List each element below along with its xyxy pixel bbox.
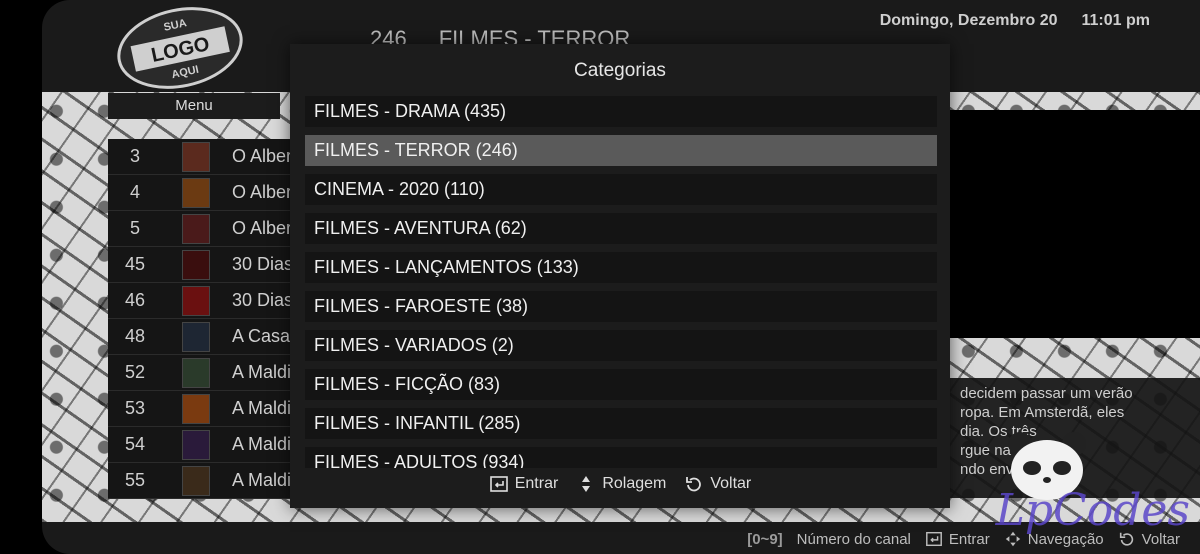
category-item[interactable]: CINEMA - 2020 (110) [305, 174, 937, 205]
channel-number: 4 [129, 182, 140, 202]
channel-number: 55 [124, 470, 146, 490]
channel-number: 45 [124, 254, 146, 274]
enter-hint: Entrar [925, 530, 990, 548]
back-icon [686, 477, 702, 492]
channel-thumbnail [182, 177, 210, 208]
channel-number: 46 [124, 290, 146, 310]
categories-dialog: Categorias FILMES - DRAMA (435) FILMES - … [290, 44, 950, 508]
channel-thumbnail [182, 321, 210, 352]
channel-number: 3 [129, 146, 140, 166]
up-down-arrows-icon [582, 476, 591, 492]
channel-number-hint: Número do canal [796, 530, 911, 548]
channel-number: 54 [124, 434, 146, 454]
dialog-scroll-hint: Rolagem [576, 474, 666, 494]
dialog-back-hint: Voltar [684, 474, 751, 494]
channel-thumbnail [182, 429, 210, 460]
channel-thumbnail [182, 465, 210, 496]
number-key-hint: [0~9] [747, 530, 783, 548]
dialog-footer: Entrar Rolagem Voltar [290, 474, 950, 494]
menu-tab[interactable]: Menu [108, 93, 280, 119]
channel-thumbnail [182, 285, 210, 316]
channel-number: 53 [124, 398, 146, 418]
channel-number: 5 [129, 218, 140, 238]
dialog-enter-hint: Entrar [489, 474, 558, 494]
category-item[interactable]: FILMES - DRAMA (435) [305, 96, 937, 127]
category-item[interactable]: FILMES - VARIADOS (2) [305, 330, 937, 361]
description-line: ropa. Em Amsterdã, eles [960, 404, 1125, 421]
enter-icon [925, 531, 942, 547]
watermark-text: LpCodes [995, 485, 1190, 536]
category-item[interactable]: FILMES - AVENTURA (62) [305, 213, 937, 244]
description-line: decidem passar um verão [960, 385, 1133, 402]
category-item[interactable]: FILMES - INFANTIL (285) [305, 408, 937, 439]
category-item[interactable]: FILMES - FICÇÃO (83) [305, 369, 937, 400]
channel-thumbnail [182, 249, 210, 280]
status-bar: Domingo, Dezembro 20 11:01 pm [880, 12, 1150, 30]
category-item[interactable]: FILMES - ADULTOS (934) [305, 447, 937, 468]
channel-thumbnail [182, 141, 210, 172]
time-label: 11:01 pm [1081, 12, 1150, 29]
video-preview [948, 110, 1200, 338]
channel-thumbnail [182, 213, 210, 244]
category-item[interactable]: FILMES - LANÇAMENTOS (133) [305, 252, 937, 283]
category-item[interactable]: FILMES - FAROESTE (38) [305, 291, 937, 322]
date-label: Domingo, Dezembro 20 [879, 12, 1058, 29]
enter-icon [489, 476, 508, 492]
channel-thumbnail [182, 357, 210, 388]
channel-number: 52 [124, 362, 146, 382]
dialog-title: Categorias [574, 60, 666, 81]
logo-icon: SUA LOGO AQUI [117, 7, 243, 89]
category-list[interactable]: FILMES - DRAMA (435) FILMES - TERROR (246… [305, 96, 937, 468]
channel-number: 48 [124, 326, 146, 346]
category-item[interactable]: FILMES - TERROR (246) [305, 135, 937, 166]
channel-thumbnail [182, 393, 210, 424]
